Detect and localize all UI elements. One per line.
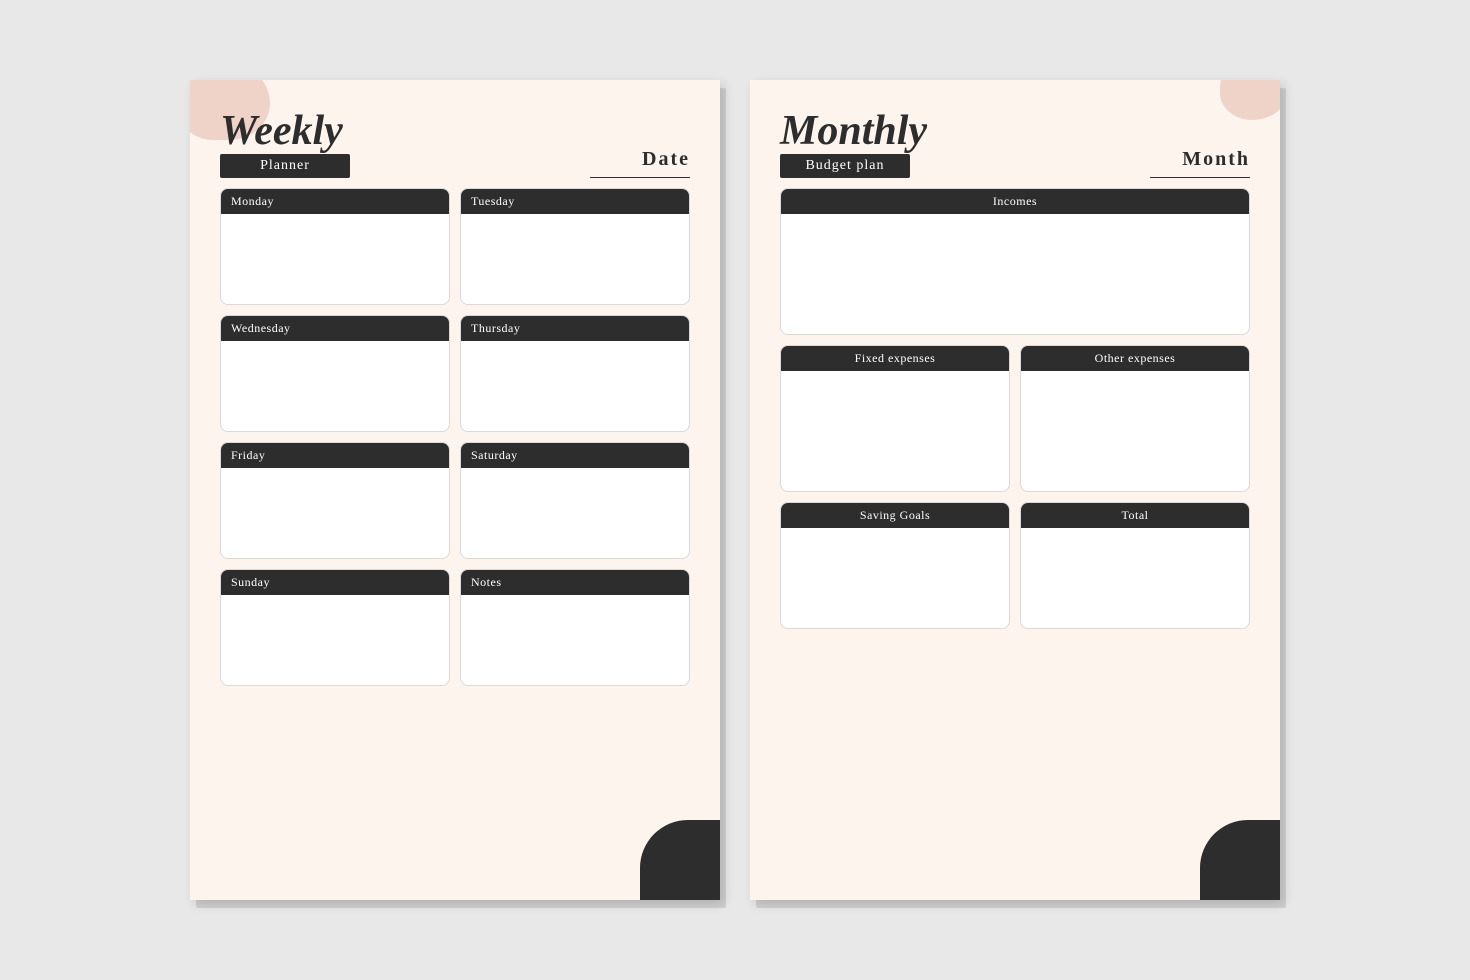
weekly-planner-wrapper: Weekly Planner Date Monday Tuesday xyxy=(190,80,720,900)
day-content-friday[interactable] xyxy=(221,468,449,558)
day-content-notes[interactable] xyxy=(461,595,689,685)
budget-section: Incomes Fixed expenses Other expenses xyxy=(780,188,1250,629)
fixed-expenses-header: Fixed expenses xyxy=(781,346,1009,371)
main-container: Weekly Planner Date Monday Tuesday xyxy=(150,40,1320,940)
saving-goals-content[interactable] xyxy=(781,528,1009,628)
day-content-monday[interactable] xyxy=(221,214,449,304)
day-header-saturday: Saturday xyxy=(461,443,689,468)
day-box-saturday: Saturday xyxy=(460,442,690,559)
monthly-subtitle-bar: Budget plan xyxy=(780,154,910,178)
expenses-grid: Fixed expenses Other expenses xyxy=(780,345,1250,492)
day-header-thursday: Thursday xyxy=(461,316,689,341)
day-box-wednesday: Wednesday xyxy=(220,315,450,432)
saving-goals-header: Saving Goals xyxy=(781,503,1009,528)
day-content-saturday[interactable] xyxy=(461,468,689,558)
weekly-subtitle-bar: Planner xyxy=(220,154,350,178)
monthly-title-block: Monthly Budget plan xyxy=(780,110,927,178)
decorative-blob-bottom-right xyxy=(640,820,720,900)
monthly-header: Monthly Budget plan Month xyxy=(780,110,1250,178)
day-header-tuesday: Tuesday xyxy=(461,189,689,214)
monthly-month-block: Month xyxy=(1150,148,1250,179)
monthly-planner-wrapper: Monthly Budget plan Month Incomes Fi xyxy=(750,80,1280,900)
monthly-main-title: Monthly xyxy=(780,110,927,152)
incomes-header: Incomes xyxy=(781,189,1249,214)
day-box-notes: Notes xyxy=(460,569,690,686)
day-header-friday: Friday xyxy=(221,443,449,468)
day-header-wednesday: Wednesday xyxy=(221,316,449,341)
day-content-sunday[interactable] xyxy=(221,595,449,685)
day-box-monday: Monday xyxy=(220,188,450,305)
other-expenses-content[interactable] xyxy=(1021,371,1249,491)
day-header-sunday: Sunday xyxy=(221,570,449,595)
monthly-month-label: Month xyxy=(1150,148,1250,171)
goals-total-grid: Saving Goals Total xyxy=(780,502,1250,629)
other-expenses-header: Other expenses xyxy=(1021,346,1249,371)
day-box-friday: Friday xyxy=(220,442,450,559)
incomes-content[interactable] xyxy=(781,214,1249,324)
day-content-wednesday[interactable] xyxy=(221,341,449,431)
weekly-date-label: Date xyxy=(590,148,690,171)
fixed-expenses-content[interactable] xyxy=(781,371,1009,491)
day-header-notes: Notes xyxy=(461,570,689,595)
day-box-sunday: Sunday xyxy=(220,569,450,686)
weekly-planner-page: Weekly Planner Date Monday Tuesday xyxy=(190,80,720,900)
other-expenses-box: Other expenses xyxy=(1020,345,1250,492)
weekly-day-grid: Monday Tuesday Wednesday Thursday Friday xyxy=(220,188,690,686)
day-content-thursday[interactable] xyxy=(461,341,689,431)
monthly-planner-page: Monthly Budget plan Month Incomes Fi xyxy=(750,80,1280,900)
day-box-thursday: Thursday xyxy=(460,315,690,432)
weekly-header: Weekly Planner Date xyxy=(220,110,690,178)
monthly-month-line xyxy=(1150,177,1250,179)
weekly-date-line xyxy=(590,177,690,179)
weekly-main-title: Weekly xyxy=(220,110,343,152)
day-box-tuesday: Tuesday xyxy=(460,188,690,305)
total-content[interactable] xyxy=(1021,528,1249,628)
weekly-date-block: Date xyxy=(590,148,690,179)
weekly-title-block: Weekly Planner xyxy=(220,110,350,178)
total-header: Total xyxy=(1021,503,1249,528)
day-content-tuesday[interactable] xyxy=(461,214,689,304)
saving-goals-box: Saving Goals xyxy=(780,502,1010,629)
day-header-monday: Monday xyxy=(221,189,449,214)
incomes-box: Incomes xyxy=(780,188,1250,335)
fixed-expenses-box: Fixed expenses xyxy=(780,345,1010,492)
monthly-blob-bottom-right xyxy=(1200,820,1280,900)
total-box: Total xyxy=(1020,502,1250,629)
